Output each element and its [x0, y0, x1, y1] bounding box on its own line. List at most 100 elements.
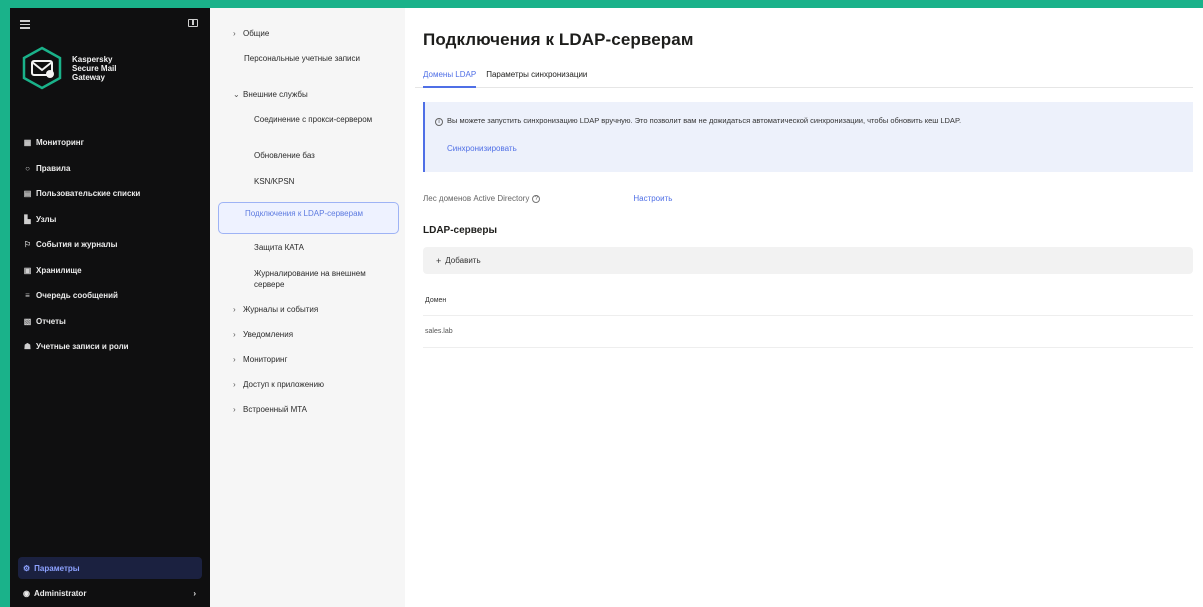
table-row[interactable]: sales.lab: [423, 316, 1193, 348]
chevron-right-icon: ›: [233, 330, 236, 339]
chevron-right-icon: ›: [233, 380, 236, 389]
tree-item-ldap-connections[interactable]: Подключения к LDAP-серверам: [218, 202, 399, 234]
chevron-right-icon: ›: [233, 355, 236, 364]
user-icon: ◉: [23, 588, 30, 598]
product-logo: Kaspersky Secure Mail Gateway: [10, 40, 210, 96]
sidebar-top-bar: [10, 8, 210, 40]
events-icon: ⚐: [23, 240, 32, 250]
tree-item-label: Уведомления: [243, 330, 294, 339]
logo-line-1: Kaspersky: [72, 54, 113, 64]
tree-item-external-logging[interactable]: Журналирование на внешнем сервере: [210, 268, 405, 304]
sidebar-item-label: События и журналы: [36, 240, 118, 250]
chevron-right-icon: ›: [233, 305, 236, 314]
tree-item-monitoring[interactable]: › Мониторинг: [210, 354, 405, 379]
tree-item-logs-events[interactable]: › Журналы и события: [210, 304, 405, 329]
tab-sync-settings[interactable]: Параметры синхронизации: [486, 68, 587, 87]
chevron-down-icon: ⌄: [233, 90, 240, 99]
users-icon: ☗: [23, 342, 32, 352]
tree-item-notifications[interactable]: › Уведомления: [210, 329, 405, 354]
tree-item-external-services[interactable]: ⌄ Внешние службы: [210, 89, 405, 114]
circle-icon: ○: [25, 163, 30, 173]
tab-ldap-domains[interactable]: Домены LDAP: [423, 68, 477, 88]
ad-forest-label: Лес доменов Active Directory: [423, 194, 530, 203]
tree-item-proxy[interactable]: Соединение с прокси-сервером: [210, 114, 405, 150]
chevron-right-icon: ›: [233, 29, 236, 38]
ldap-domains-table: Домен sales.lab: [423, 286, 1193, 348]
chevron-right-icon: ›: [233, 405, 236, 414]
chevron-right-icon: ›: [193, 588, 196, 598]
sidebar-item-label: Очередь сообщений: [36, 291, 118, 301]
tree-item-mta[interactable]: › Встроенный MTA: [210, 404, 405, 429]
info-icon: i: [435, 118, 443, 126]
add-button[interactable]: Добавить: [445, 256, 480, 265]
ldap-toolbar: + Добавить: [423, 247, 1193, 274]
tree-item-label: Персональные учетные записи: [244, 54, 360, 63]
tree-item-label: Журналы и события: [243, 305, 319, 314]
sidebar-item-label: Узлы: [36, 214, 57, 224]
page-title: Подключения к LDAP-серверам: [423, 30, 694, 49]
configure-forest-link[interactable]: Настроить: [633, 194, 672, 203]
tree-item-label: Подключения к LDAP-серверам: [245, 209, 364, 218]
app-window: Kaspersky Secure Mail Gateway ▦ Мониторин…: [10, 8, 1203, 607]
sidebar-item-reports[interactable]: ▧ Отчеты: [10, 309, 210, 335]
sidebar-item-label: Отчеты: [36, 316, 66, 326]
collapse-sidebar-icon[interactable]: [188, 19, 198, 27]
sidebar-item-administrator[interactable]: ◉ Administrator ›: [10, 579, 210, 607]
info-text: Вы можете запустить синхронизацию LDAP в…: [447, 116, 962, 125]
tree-item-label: Обновление баз: [254, 151, 315, 160]
ldap-servers-heading: LDAP-серверы: [423, 225, 498, 236]
info-banner: i Вы можете запустить синхронизацию LDAP …: [423, 102, 1193, 172]
tree-item-app-access[interactable]: › Доступ к приложению: [210, 379, 405, 404]
list-icon: ▤: [23, 189, 32, 199]
tree-item-label: Общие: [243, 29, 270, 38]
sidebar: Kaspersky Secure Mail Gateway ▦ Мониторин…: [10, 8, 210, 607]
sidebar-item-nodes[interactable]: ▙ Узлы: [10, 207, 210, 233]
grid-icon: ▦: [23, 138, 32, 148]
main-nav: ▦ Мониторинг ○ Правила ▤ Пользовательские с…: [10, 130, 210, 360]
sidebar-item-label: Учетные записи и роли: [36, 342, 129, 352]
help-icon[interactable]: ?: [532, 194, 541, 203]
menu-icon[interactable]: [20, 20, 30, 31]
sidebar-item-message-queue[interactable]: ≡ Очередь сообщений: [10, 283, 210, 309]
ad-forest-row: Лес доменов Active Directory ? Настроить: [423, 194, 1193, 203]
sidebar-item-label: Пользовательские списки: [36, 189, 141, 199]
tree-item-general[interactable]: › Общие: [210, 28, 405, 53]
sidebar-item-accounts-roles[interactable]: ☗ Учетные записи и роли: [10, 334, 210, 360]
tree-item-label: Внешние службы: [243, 90, 308, 99]
sidebar-item-settings[interactable]: ⚙ Параметры: [18, 557, 202, 579]
sidebar-item-label: Хранилище: [36, 265, 82, 275]
sidebar-item-label: Параметры: [34, 563, 80, 573]
tree-item-label: Встроенный MTA: [243, 405, 307, 414]
logo-line-2: Secure Mail: [72, 63, 117, 73]
main-content: Подключения к LDAP-серверам Домены LDAP …: [405, 8, 1203, 607]
admin-label: Administrator: [33, 588, 87, 598]
tree-item-label: Журналирование на внешнем сервере: [254, 269, 366, 289]
synchronize-link[interactable]: Синхронизировать: [447, 144, 517, 153]
tree-item-label: Защита КАТА: [254, 243, 304, 252]
tree-item-kata[interactable]: Защита КАТА: [210, 242, 405, 268]
table-header-domain[interactable]: Домен: [423, 286, 1193, 316]
sidebar-item-rules[interactable]: ○ Правила: [10, 156, 210, 182]
logo-line-3: Gateway: [72, 72, 105, 82]
nodes-icon: ▙: [24, 214, 31, 224]
sidebar-item-storage[interactable]: ▣ Хранилище: [10, 258, 210, 284]
sidebar-item-monitoring[interactable]: ▦ Мониторинг: [10, 130, 210, 156]
tree-item-db-update[interactable]: Обновление баз: [210, 150, 405, 176]
tree-item-label: Мониторинг: [243, 355, 288, 364]
sidebar-item-user-lists[interactable]: ▤ Пользовательские списки: [10, 181, 210, 207]
sidebar-item-events-logs[interactable]: ⚐ События и журналы: [10, 232, 210, 258]
storage-icon: ▣: [23, 265, 32, 275]
queue-icon: ≡: [25, 291, 30, 301]
tree-item-personal-accounts[interactable]: Персональные учетные записи: [210, 53, 405, 89]
report-icon: ▧: [23, 316, 32, 326]
tab-bar: Домены LDAP Параметры синхронизации: [415, 68, 1193, 88]
settings-tree: › Общие Персональные учетные записи ⌄ Внеш…: [210, 8, 405, 607]
sidebar-bottom: ⚙ Параметры ◉ Administrator ›: [10, 557, 210, 607]
plus-icon: +: [436, 255, 442, 266]
tree-item-label: KSN/KPSN: [254, 177, 295, 186]
tree-item-ksn[interactable]: KSN/KPSN: [210, 176, 405, 202]
sidebar-item-label: Мониторинг: [36, 138, 84, 148]
sidebar-item-label: Правила: [36, 163, 71, 173]
tree-item-label: Доступ к приложению: [243, 380, 325, 389]
envelope-logo-icon: [20, 46, 64, 90]
